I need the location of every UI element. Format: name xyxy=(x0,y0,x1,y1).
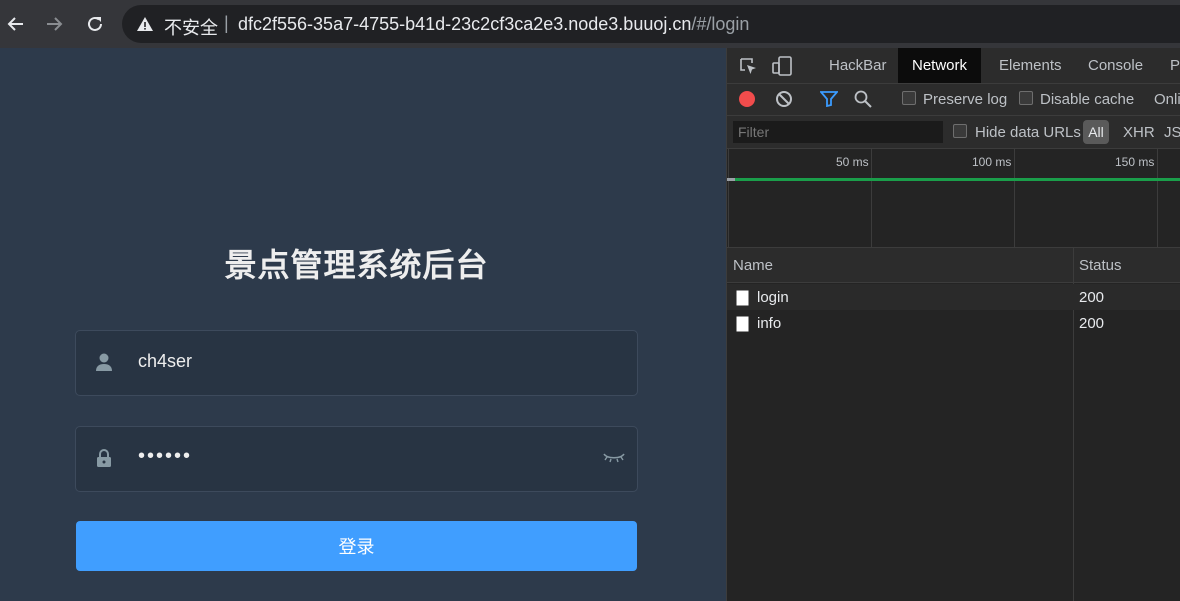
url-path: /#/login xyxy=(691,14,750,34)
login-page: 景点管理系统后台 ch4ser •••••• 登录 xyxy=(0,48,726,601)
document-icon xyxy=(736,316,749,332)
document-icon xyxy=(736,290,749,306)
tab-network[interactable]: Network xyxy=(898,48,982,83)
table-row[interactable]: login 200 xyxy=(727,284,1180,310)
search-icon[interactable] xyxy=(854,90,872,108)
timeline-gridline xyxy=(871,149,872,247)
eye-closed-icon[interactable] xyxy=(603,451,625,465)
request-status: 200 xyxy=(1079,315,1105,332)
timeline-tick-label: 50 ms xyxy=(836,155,869,169)
column-name-header[interactable]: Name xyxy=(733,257,773,274)
record-icon[interactable] xyxy=(738,90,756,108)
login-button[interactable]: 登录 xyxy=(76,521,637,571)
user-icon xyxy=(96,353,112,371)
username-input[interactable]: ch4ser xyxy=(138,351,192,372)
password-input[interactable]: •••••• xyxy=(138,445,192,468)
page-title: 景点管理系统后台 xyxy=(224,247,489,283)
device-toolbar-icon[interactable] xyxy=(771,55,793,77)
network-filterbar: Hide data URLs All XHR JS xyxy=(727,116,1180,149)
arrow-right-icon xyxy=(47,17,63,31)
timeline-gridline xyxy=(728,149,729,247)
url-host: dfc2f556-35a7-4755-b41d-23c2cf3ca2e3.nod… xyxy=(238,14,692,34)
devtools-tabbar: HackBar Network Elements Console Pe xyxy=(727,48,1180,84)
username-field[interactable]: ch4ser xyxy=(75,330,638,396)
browser-toolbar: 不安全 | dfc2f556-35a7-4755-b41d-23c2cf3ca2… xyxy=(0,0,1180,48)
insecure-label: 不安全 xyxy=(164,18,218,38)
inspect-element-icon[interactable] xyxy=(738,56,758,76)
timeline-tick-label: 100 ms xyxy=(972,155,1012,169)
reload-button[interactable] xyxy=(79,8,111,40)
throttling-select[interactable]: Onli xyxy=(1154,91,1180,108)
requests-table-header: Name Status xyxy=(727,248,1180,283)
timeline-activity-bar xyxy=(727,178,1180,181)
request-status: 200 xyxy=(1079,289,1105,306)
timeline-gridline xyxy=(1157,149,1158,247)
address-bar[interactable]: 不安全 | dfc2f556-35a7-4755-b41d-23c2cf3ca2… xyxy=(122,5,1180,43)
type-filter-xhr[interactable]: XHR xyxy=(1123,124,1155,141)
back-button[interactable] xyxy=(0,8,32,40)
disable-cache-label: Disable cache xyxy=(1040,91,1135,108)
table-row[interactable]: info 200 xyxy=(727,310,1180,336)
request-name: login xyxy=(757,289,789,306)
timeline-gridline xyxy=(1014,149,1015,247)
url-text: dfc2f556-35a7-4755-b41d-23c2cf3ca2e3.nod… xyxy=(238,14,749,35)
type-filter-all[interactable]: All xyxy=(1083,120,1109,144)
clear-icon[interactable] xyxy=(775,90,793,108)
tab-performance[interactable]: Pe xyxy=(1156,48,1180,83)
filter-input[interactable] xyxy=(733,121,943,143)
type-filter-js[interactable]: JS xyxy=(1164,124,1180,141)
tab-console[interactable]: Console xyxy=(1074,48,1157,83)
timeline-start-marker xyxy=(727,178,735,181)
devtools-panel: HackBar Network Elements Console Pe Pres… xyxy=(726,48,1180,601)
disable-cache-checkbox[interactable] xyxy=(1019,91,1033,105)
arrow-left-icon xyxy=(7,17,23,31)
column-status-header[interactable]: Status xyxy=(1079,257,1122,274)
network-toolbar: Preserve log Disable cache Onli xyxy=(727,84,1180,116)
filter-icon[interactable] xyxy=(820,91,838,107)
timeline-tick-label: 150 ms xyxy=(1115,155,1155,169)
hide-data-urls-checkbox[interactable] xyxy=(953,124,967,138)
tab-hackbar[interactable]: HackBar xyxy=(815,48,901,83)
password-field[interactable]: •••••• xyxy=(75,426,638,492)
warning-icon xyxy=(137,17,153,31)
url-separator: | xyxy=(224,13,229,33)
request-name: info xyxy=(757,315,782,332)
preserve-log-label: Preserve log xyxy=(923,91,1008,108)
preserve-log-checkbox[interactable] xyxy=(902,91,916,105)
reload-icon xyxy=(88,16,102,31)
hide-data-urls-label: Hide data URLs xyxy=(975,124,1081,141)
network-timeline[interactable]: 50 ms 100 ms 150 ms xyxy=(727,149,1180,248)
forward-button[interactable] xyxy=(38,8,70,40)
lock-icon xyxy=(97,449,111,467)
tab-elements[interactable]: Elements xyxy=(985,48,1076,83)
